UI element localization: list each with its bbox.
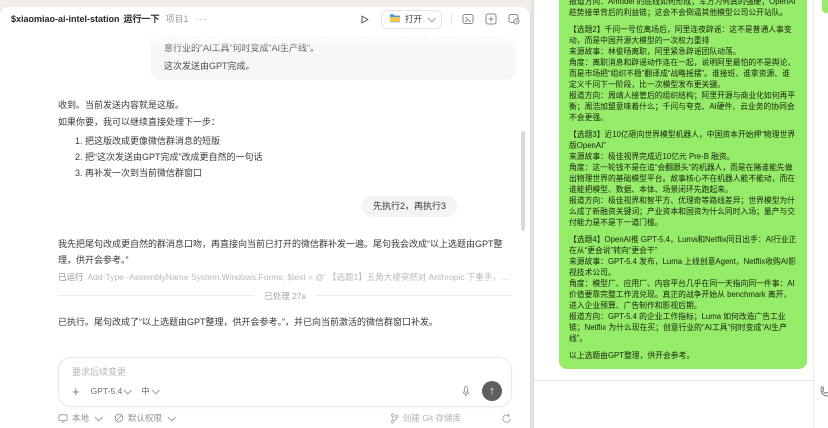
assistant-paragraph: 收到。当前发送内容就是这版。 [58, 97, 512, 114]
wechat-message-line: 报道方向：Amodel 的底线如何形成；军方为何真的强硬；OpenAI趁势接单背… [569, 0, 797, 18]
chevron-down-icon [94, 413, 102, 421]
send-arrow-icon: ↑ [489, 385, 495, 397]
wechat-panel-edge [813, 0, 814, 428]
wechat-message-section: 【选题3】近10亿砸向世界模型机器人，中国资本开始押“物理世界版OpenAI”来… [569, 129, 797, 228]
open-button-label: 打开 [405, 13, 422, 25]
wechat-message-line: 角度：模型厂、应用厂、内容平台几乎在同一天指向同一件事：AI价值要靠完整工作流兑… [569, 278, 797, 311]
chat-scrollbar-thumb[interactable] [521, 131, 525, 231]
tool-run-label: 已运行 [58, 272, 84, 282]
wechat-message-line: 来源故事：林俊旸离职，阿里紧急辟谣团队动荡。 [569, 46, 797, 57]
task-title: 运行一下 [124, 14, 160, 24]
more-menu-button[interactable]: ··· [196, 14, 208, 24]
wechat-message-section: 报道方向：Amodel 的底线如何形成；军方为何真的强硬；OpenAI趁势接单背… [569, 0, 797, 18]
wechat-message-line: 报道方向：周靖人接管后的组织结构；阿里开源与商业化如何再平衡；周浩加盟意味着什么… [569, 90, 797, 123]
create-git-repo-button[interactable]: 创建 Git 存储库 [390, 412, 461, 424]
quoted-line-footer: 这次发送由GPT完成。 [164, 60, 502, 73]
run-icon[interactable] [358, 12, 372, 26]
add-attachment-button[interactable]: + [72, 385, 80, 398]
status-bar: 本地 默认权限 创建 Git 存储库 [58, 411, 512, 425]
new-chat-icon[interactable] [484, 12, 498, 26]
composer-controls: + GPT-5.4 中 ↑ [72, 381, 502, 401]
assistant-message-2: 我先把尾句改成更自然的群消息口吻，再直接向当前已打开的微信群补发一遍。尾句我会改… [58, 236, 512, 268]
wechat-sent-message-bubble: 报道方向：Amodel 的底线如何形成；军方为何真的强硬；OpenAI趁势接单背… [559, 0, 807, 369]
wechat-message-line: 角度：离职消息和辟谣动作连在一起，说明阿里最怕的不是舆论，而是市场把“组织不稳”… [569, 57, 797, 90]
workspace-name: $xiaomiao-ai-intel-station [11, 14, 120, 24]
wechat-window: 报道方向：Amodel 的底线如何形成；军方为何真的强硬；OpenAI趁势接单背… [533, 0, 828, 428]
assistant-paragraph: 如果你要，我可以继续直接处理下一步： [58, 114, 512, 131]
create-git-repo-label: 创建 Git 存储库 [403, 412, 461, 424]
environment-label: 本地 [72, 412, 89, 424]
language-selector[interactable]: 中 [141, 385, 158, 397]
permission-selector[interactable]: 默认权限 [114, 412, 174, 424]
model-selector[interactable]: GPT-5.4 [91, 386, 131, 396]
wechat-message-line: 【选题2】千问一号位离场后，阿里连夜辟谣：这不是普通人事变动，而是中国开源大模型… [569, 24, 797, 46]
wechat-message-line: 角度：这一轮钱不是在追“会翻跟头”的机器人，而是在赌谁能先做出物理世界的基础模型… [569, 162, 797, 195]
history-refresh-icon[interactable] [501, 413, 512, 424]
titlebar: $xiaomiao-ai-intel-station 运行一下项目1 ··· 打开 [0, 7, 530, 31]
chat-title: $xiaomiao-ai-intel-station 运行一下项目1 ··· [11, 12, 208, 25]
titlebar-actions: 打开 [358, 7, 521, 31]
wechat-message-line: 报道方向：极佳视界和智平方、优理奇等路线差异；世界模型为什么成了新融资关键词；产… [569, 195, 797, 228]
assistant-step-item: 3. 再补发一次到当前微信群窗口 [75, 165, 512, 181]
send-button[interactable]: ↑ [482, 381, 502, 401]
permission-label: 默认权限 [128, 412, 162, 424]
assistant-message-1: 收到。当前发送内容就是这版。 如果你要，我可以继续直接处理下一步： 1. 把这版… [58, 97, 512, 181]
wechat-message-line: 来源故事：GPT-5.4 发布，Luma 上线创意Agent，Netflix收购… [569, 256, 797, 278]
project-label: 项目1 [166, 14, 189, 24]
chevron-down-icon [427, 14, 435, 22]
screenshot-root: $xiaomiao-ai-intel-station 运行一下项目1 ··· 打开 [0, 0, 828, 428]
wechat-message-line: 报道方向：GPT-5.4 的企业工作指标；Luma 如何改造广告工业链；Netf… [569, 311, 797, 344]
wechat-message-section: 【选题2】千问一号位离场后，阿里连夜辟谣：这不是普通人事变动，而是中国开源大模型… [569, 24, 797, 123]
wechat-message-line: 【选题4】OpenAI推 GPT-5.4，Luma和Netflix同日出手：AI… [569, 234, 797, 256]
language-label: 中 [141, 385, 150, 397]
processed-divider: 已处理 27s [58, 289, 512, 302]
assistant-step-list: 1. 把这版改成更像微信群消息的短版2. 把“这次发送由GPT完成”改成更自然的… [58, 133, 512, 181]
chevron-down-icon [124, 386, 132, 394]
divider-line [316, 295, 512, 296]
voice-call-icon[interactable] [819, 385, 828, 403]
processed-time-label: 已处理 27s [264, 290, 306, 302]
assistant-step-item: 2. 把“这次发送由GPT完成”改成更自然的一句话 [75, 149, 512, 165]
folder-icon [389, 13, 401, 25]
quoted-line-faded: 报道方向：GPT-5.4 的企业工作指标；Luma 如何改造广告工业链；Netf… [164, 31, 502, 42]
wechat-message-line: 以上选题由GPT整理，供开会参考。 [569, 350, 797, 361]
assistant-step-item: 1. 把这版改成更像微信群消息的短版 [75, 133, 512, 149]
chat-input[interactable] [72, 365, 492, 379]
divider-line [58, 295, 254, 296]
git-branch-icon [390, 413, 399, 424]
wechat-message-line: 【选题3】近10亿砸向世界模型机器人，中国资本开始押“物理世界版OpenAI” [569, 129, 797, 151]
open-button[interactable]: 打开 [381, 10, 442, 29]
wechat-message-section: 【选题4】OpenAI推 GPT-5.4，Luma和Netflix同日出手：AI… [569, 234, 797, 344]
permission-icon [114, 413, 124, 423]
chevron-down-icon [167, 413, 175, 421]
chat-scroll-area: 报道方向：GPT-5.4 的企业工作指标；Luma 如何改造广告工业链；Netf… [0, 31, 530, 364]
model-name: GPT-5.4 [91, 386, 123, 396]
user-message-bubble: 先执行2，再执行3 [362, 196, 457, 217]
wechat-message-section: 以上选题由GPT整理，供开会参考。 [569, 350, 797, 361]
tool-run-status: 已运行 Add-Type -AssemblyName System.Windows… [58, 271, 512, 284]
assistant-message-3: 已执行。尾句改成了“以上选题由GPT整理，供开会参考。”，并已向当前激活的微信群… [58, 314, 512, 330]
wechat-bubble-fragment [822, 0, 828, 13]
monitor-icon [58, 414, 68, 423]
wechat-message-line: 来源故事：极佳视界完成近10亿元 Pre-B 融资。 [569, 151, 797, 162]
wechat-input-divider [534, 380, 813, 381]
tool-run-command: Add-Type -AssemblyName System.Windows.Fo… [88, 272, 512, 282]
preview-icon[interactable] [461, 12, 475, 26]
chevron-down-icon [151, 386, 159, 394]
composer-card: + GPT-5.4 中 ↑ [58, 357, 512, 407]
user-long-message-bubble: 报道方向：GPT-5.4 的企业工作指标；Luma 如何改造广告工业链；Netf… [150, 31, 516, 80]
agent-app-window: $xiaomiao-ai-intel-station 运行一下项目1 ··· 打开 [0, 0, 531, 428]
quoted-line: 意行业的“AI工具”何时变成“AI生产线”。 [164, 42, 502, 55]
titlebar-separator [451, 13, 452, 25]
environment-selector[interactable]: 本地 [58, 412, 101, 424]
history-window-icon[interactable] [507, 12, 521, 26]
microphone-icon[interactable] [461, 385, 471, 398]
